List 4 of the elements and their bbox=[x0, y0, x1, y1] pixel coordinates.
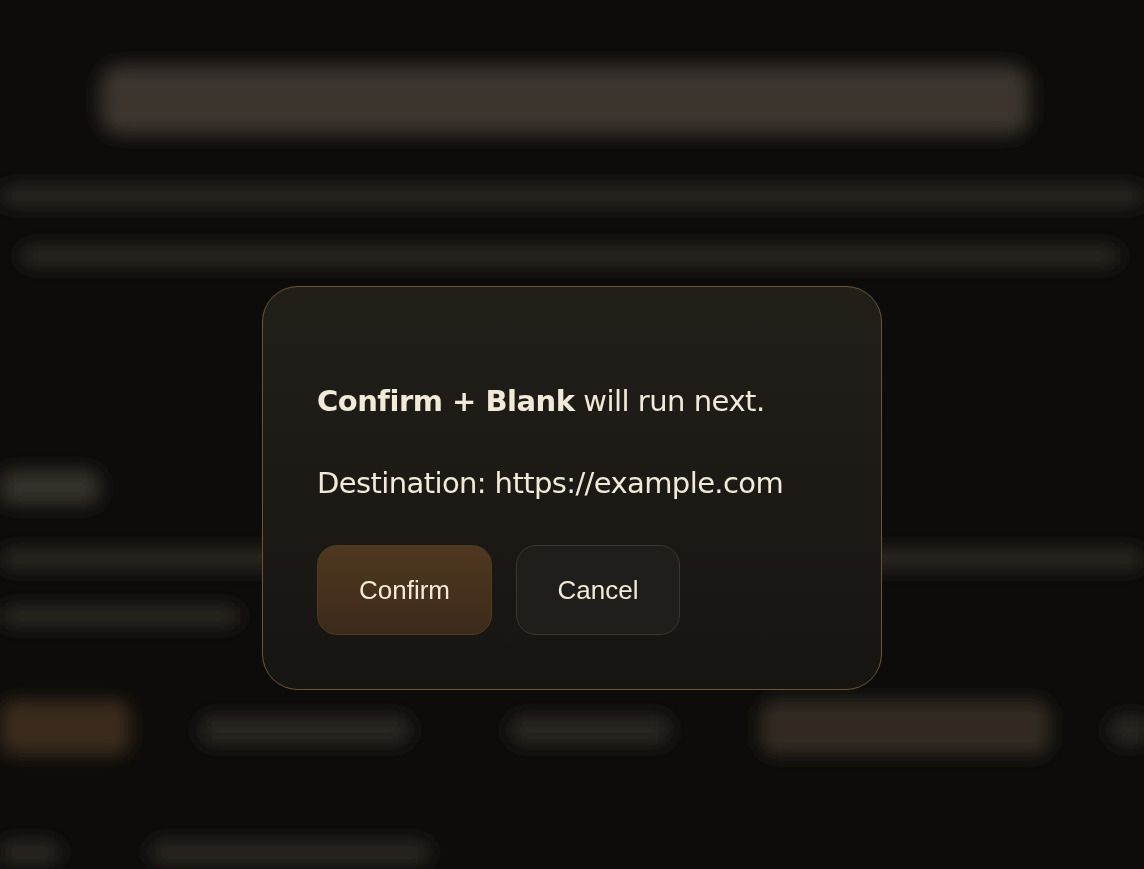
destination-text: Destination: https://example.com bbox=[317, 465, 785, 502]
confirm-button[interactable]: Confirm bbox=[317, 545, 492, 635]
dialog-message: Confirm + Blank will run next. bbox=[317, 383, 766, 420]
cancel-button[interactable]: Cancel bbox=[516, 545, 680, 635]
